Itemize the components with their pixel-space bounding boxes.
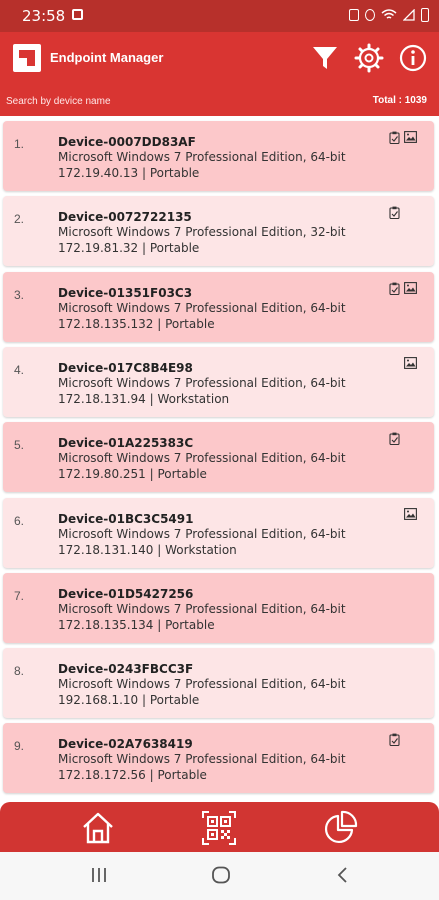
pie-chart-icon[interactable] (322, 810, 358, 846)
image-icon (404, 356, 417, 369)
device-os: Microsoft Windows 7 Professional Edition… (58, 526, 346, 541)
device-index: 2. (14, 212, 25, 227)
search-input[interactable]: Search by device name (6, 96, 111, 107)
device-index: 8. (14, 664, 25, 679)
bottom-nav (0, 802, 439, 852)
device-ip-type: 172.19.80.251 | Portable (58, 467, 207, 482)
device-os: Microsoft Windows 7 Professional Edition… (58, 451, 346, 466)
device-ip-type: 172.18.135.134 | Portable (58, 617, 215, 632)
device-os: Microsoft Windows 7 Professional Edition… (58, 150, 346, 164)
image-icon (404, 281, 417, 294)
device-os: Microsoft Windows 7 Professional Edition… (58, 752, 346, 767)
device-index: 3. (14, 287, 25, 302)
list-item[interactable]: 2. Device-0072722135 Microsoft Windows 7 P… (3, 196, 434, 267)
device-ip-type: 172.18.131.140 | Workstation (58, 542, 237, 557)
device-name: Device-01BC3C5491 (58, 511, 194, 526)
list-item[interactable]: 5. Device-01A225383C Microsoft Windows 7 P… (3, 422, 434, 493)
clipboard-icon (389, 282, 400, 295)
back-icon[interactable] (336, 866, 350, 884)
home-circle-icon[interactable] (211, 866, 231, 884)
device-name: Device-01D5427256 (58, 586, 194, 601)
search-bar[interactable]: Search by device name Total : 1039 (0, 86, 439, 116)
battery-icon (421, 8, 429, 22)
list-item[interactable]: 8. Device-0243FBCC3F Microsoft Windows 7 P… (3, 648, 434, 719)
device-ip-type: 172.19.40.13 | Portable (58, 166, 200, 180)
list-item[interactable]: 7. Device-01D5427256 Microsoft Windows 7 P… (3, 572, 434, 643)
device-index: 9. (14, 739, 25, 754)
gear-icon[interactable] (354, 43, 384, 73)
clipboard-icon (389, 733, 400, 747)
list-item[interactable]: 9. Device-02A7638419 Microsoft Windows 7 P… (3, 723, 434, 794)
list-item[interactable]: 3. Device-01351F03C3 Microsoft Windows 7 P… (3, 271, 434, 342)
device-name: Device-0072722135 (58, 210, 192, 225)
device-name: Device-017C8B4E98 (58, 360, 193, 375)
qr-scan-icon[interactable] (201, 810, 237, 846)
status-time: 23:58 (22, 7, 66, 25)
device-index: 5. (14, 438, 25, 453)
clipboard-icon (389, 131, 400, 144)
system-nav-bar (0, 852, 439, 900)
clipboard-icon (389, 432, 400, 446)
device-name: Device-0243FBCC3F (58, 662, 194, 677)
status-bar: 23:58 (0, 0, 439, 32)
device-ip-type: 172.19.81.32 | Portable (58, 241, 200, 256)
clipboard-icon (389, 206, 400, 220)
device-name: Device-01A225383C (58, 436, 194, 451)
status-icons (349, 8, 429, 22)
device-os: Microsoft Windows 7 Professional Edition… (58, 225, 346, 240)
total-count: Total : 1039 (372, 95, 427, 106)
device-list[interactable]: 1. Device-0007DD83AF Microsoft Windows 7 P… (0, 116, 439, 802)
filter-icon[interactable] (310, 43, 340, 73)
list-item[interactable]: 4. Device-017C8B4E98 Microsoft Windows 7 P… (3, 346, 434, 417)
signal-icon (403, 9, 415, 21)
device-ip-type: 192.168.1.10 | Portable (58, 693, 200, 708)
info-icon[interactable] (398, 43, 428, 73)
home-icon[interactable] (80, 810, 116, 846)
device-os: Microsoft Windows 7 Professional Edition… (58, 375, 346, 390)
list-item[interactable]: 1. Device-0007DD83AF Microsoft Windows 7 P… (3, 121, 434, 191)
device-index: 4. (14, 362, 25, 377)
app-logo (13, 44, 41, 72)
list-item[interactable]: 6. Device-01BC3C5491 Microsoft Windows 7 P… (3, 497, 434, 568)
device-ip-type: 172.18.172.56 | Portable (58, 768, 207, 783)
lock-icon (349, 9, 359, 21)
device-os: Microsoft Windows 7 Professional Edition… (58, 677, 346, 692)
image-icon (404, 131, 417, 143)
device-name: Device-0007DD83AF (58, 135, 196, 149)
image-icon (404, 507, 417, 520)
app-bar: Endpoint Manager (0, 32, 439, 86)
recents-icon[interactable] (90, 866, 108, 884)
device-name: Device-01351F03C3 (58, 285, 193, 300)
device-os: Microsoft Windows 7 Professional Edition… (58, 300, 346, 315)
device-index: 7. (14, 588, 25, 603)
alarm-icon (365, 9, 375, 21)
wifi-icon (381, 9, 397, 19)
device-ip-type: 172.18.131.94 | Workstation (58, 391, 230, 406)
device-index: 6. (14, 513, 25, 528)
device-ip-type: 172.18.135.132 | Portable (58, 316, 215, 331)
device-index: 1. (14, 137, 25, 151)
device-name: Device-02A7638419 (58, 737, 193, 752)
device-os: Microsoft Windows 7 Professional Edition… (58, 601, 346, 616)
app-title: Endpoint Manager (50, 50, 164, 65)
notification-icon (72, 9, 83, 20)
